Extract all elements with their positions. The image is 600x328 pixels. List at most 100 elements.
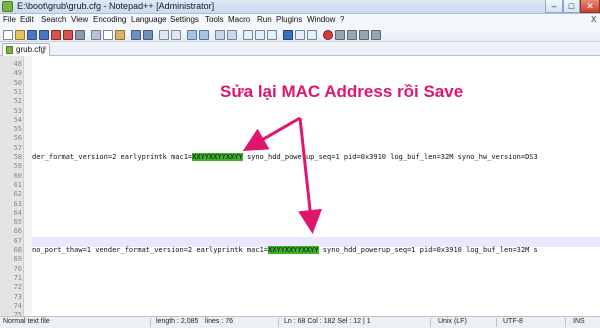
cut-icon[interactable] bbox=[91, 30, 101, 40]
document-map-icon[interactable] bbox=[283, 30, 293, 40]
menu-view[interactable]: View bbox=[71, 15, 88, 24]
mac-address-highlight[interactable]: XXYYXXYYXXYY bbox=[268, 246, 319, 254]
file-saved-icon bbox=[6, 46, 13, 54]
sync-horizontal-icon[interactable] bbox=[227, 30, 237, 40]
window-title: E:\boot\grub\grub.cfg - Notepad++ [Admin… bbox=[17, 1, 215, 11]
line-number: 59 bbox=[13, 162, 22, 171]
line-number: 70 bbox=[13, 264, 22, 273]
close-button[interactable]: ✕ bbox=[580, 0, 600, 13]
line-number: 54 bbox=[13, 115, 22, 124]
line-number: 57 bbox=[13, 143, 22, 152]
line-number: 49 bbox=[13, 69, 22, 78]
status-lines: lines : 76 bbox=[205, 318, 234, 325]
open-file-icon[interactable] bbox=[15, 30, 25, 40]
line-number: 56 bbox=[13, 134, 22, 143]
line-number: 63 bbox=[13, 199, 22, 208]
status-insert-mode: INS bbox=[573, 318, 585, 325]
zoom-out-icon[interactable] bbox=[199, 30, 209, 40]
menu-settings[interactable]: Settings bbox=[170, 15, 199, 24]
close-all-icon[interactable] bbox=[63, 30, 73, 40]
menu-encoding[interactable]: Encoding bbox=[93, 15, 126, 24]
paste-icon[interactable] bbox=[115, 30, 125, 40]
indent-guide-icon[interactable] bbox=[267, 30, 277, 40]
tab-close-icon[interactable]: x bbox=[43, 45, 47, 52]
play-macro-icon[interactable] bbox=[347, 30, 357, 40]
tab-grub-cfg[interactable]: grub.cfg x bbox=[2, 43, 50, 56]
status-position: Ln : 68 Col : 182 Sel : 12 | 1 bbox=[284, 318, 371, 325]
status-file-type: Normal text file bbox=[3, 318, 50, 325]
line-number: 62 bbox=[13, 190, 22, 199]
print-icon[interactable] bbox=[75, 30, 85, 40]
code-line-line68[interactable]: no_port_thaw=1 vender_format_version=2 e… bbox=[32, 246, 538, 255]
code-text: no_port_thaw=1 vender_format_version=2 e… bbox=[32, 246, 269, 254]
line-number: 50 bbox=[13, 78, 22, 87]
save-all-icon[interactable] bbox=[39, 30, 49, 40]
line-number: 68 bbox=[13, 246, 22, 254]
menu-tools[interactable]: Tools bbox=[205, 15, 224, 24]
line-number: 74 bbox=[13, 301, 22, 310]
menu-edit[interactable]: Edit bbox=[20, 15, 34, 24]
function-list-icon[interactable] bbox=[295, 30, 305, 40]
line-number: 73 bbox=[13, 292, 22, 301]
code-line-line58[interactable]: der_format_version=2 earlyprintk mac1=XX… bbox=[32, 153, 538, 162]
close-document-icon[interactable]: X bbox=[591, 15, 596, 24]
sync-vertical-icon[interactable] bbox=[215, 30, 225, 40]
line-number: 66 bbox=[13, 227, 22, 236]
notepadpp-app-icon bbox=[2, 1, 13, 12]
tab-strip: grub.cfg x bbox=[0, 42, 600, 56]
redo-icon[interactable] bbox=[143, 30, 153, 40]
run-macro-multiple-icon[interactable] bbox=[359, 30, 369, 40]
annotation-text: Sửa lại MAC Address rồi Save bbox=[220, 82, 464, 101]
menu-run[interactable]: Run bbox=[257, 15, 272, 24]
code-text: der_format_version=2 earlyprintk mac1= bbox=[32, 153, 193, 161]
find-icon[interactable] bbox=[159, 30, 169, 40]
menu-macro[interactable]: Macro bbox=[228, 15, 250, 24]
close-file-icon[interactable] bbox=[51, 30, 61, 40]
notepadpp-window: E:\boot\grub\grub.cfg - Notepad++ [Admin… bbox=[0, 0, 600, 328]
zoom-in-icon[interactable] bbox=[187, 30, 197, 40]
line-number-gutter: 48 49 50 51 52 53 54 55 56 57 58 59 60 61 62 63 64 65 66 67… bbox=[0, 56, 24, 328]
line-number: 72 bbox=[13, 283, 22, 292]
menu-plugins[interactable]: Plugins bbox=[276, 15, 302, 24]
maximize-button[interactable]: □ bbox=[563, 0, 580, 13]
undo-icon[interactable] bbox=[131, 30, 141, 40]
menu-search[interactable]: Search bbox=[41, 15, 66, 24]
line-number: 48 bbox=[13, 60, 22, 68]
status-encoding: UTF-8 bbox=[503, 318, 523, 325]
fold-margin bbox=[24, 56, 32, 316]
code-text: syno_hdd_powerup_seq=1 pid=0x3910 log_bu… bbox=[242, 153, 538, 161]
line-number: 55 bbox=[13, 125, 22, 134]
tab-label: grub.cfg bbox=[16, 45, 45, 54]
menu-language[interactable]: Language bbox=[131, 15, 167, 24]
save-macro-icon[interactable] bbox=[371, 30, 381, 40]
status-bar: Normal text file length : 2,085 lines : … bbox=[0, 316, 600, 328]
toolbar bbox=[0, 28, 600, 42]
line-number: 69 bbox=[13, 255, 22, 264]
line-number: 67 bbox=[13, 236, 22, 245]
status-eol: Unix (LF) bbox=[438, 318, 467, 325]
save-icon[interactable] bbox=[27, 30, 37, 40]
folder-workspace-icon[interactable] bbox=[307, 30, 317, 40]
replace-icon[interactable] bbox=[171, 30, 181, 40]
line-number: 51 bbox=[13, 87, 22, 96]
new-file-icon[interactable] bbox=[3, 30, 13, 40]
menu-window[interactable]: Window bbox=[307, 15, 335, 24]
minimize-button[interactable]: – bbox=[545, 0, 563, 13]
mac-address-highlight[interactable]: XXYYXXYYXXYY bbox=[192, 153, 243, 161]
copy-icon[interactable] bbox=[103, 30, 113, 40]
code-text: syno_hdd_powerup_seq=1 pid=0x3910 log_bu… bbox=[318, 246, 538, 254]
menu-file[interactable]: File bbox=[3, 15, 16, 24]
word-wrap-icon[interactable] bbox=[243, 30, 253, 40]
title-bar: E:\boot\grub\grub.cfg - Notepad++ [Admin… bbox=[0, 0, 600, 14]
menu-bar: File Edit Search View Encoding Language … bbox=[0, 14, 600, 28]
record-macro-icon[interactable] bbox=[323, 30, 333, 40]
line-number: 64 bbox=[13, 208, 22, 217]
show-all-chars-icon[interactable] bbox=[255, 30, 265, 40]
line-number: 61 bbox=[13, 180, 22, 189]
menu-help[interactable]: ? bbox=[340, 15, 344, 24]
stop-macro-icon[interactable] bbox=[335, 30, 345, 40]
status-length: length : 2,085 bbox=[156, 318, 199, 325]
line-number: 65 bbox=[13, 218, 22, 227]
line-number: 53 bbox=[13, 106, 22, 115]
line-number: 52 bbox=[13, 97, 22, 106]
